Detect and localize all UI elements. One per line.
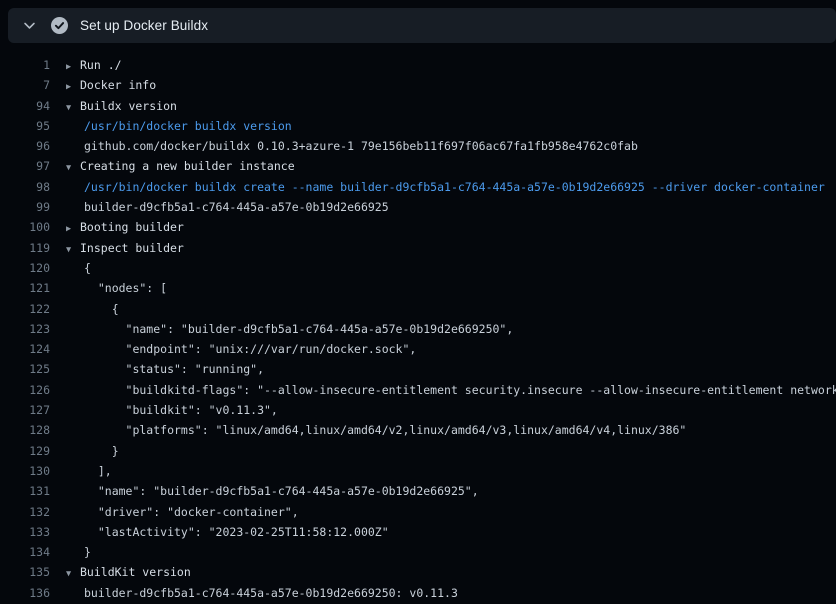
line-number[interactable]: 134 [0,542,50,562]
command-text: /usr/bin/docker buildx version [84,116,292,136]
line-number[interactable]: 100 [0,217,50,237]
output-text: builder-d9cfb5a1-c764-445a-a57e-0b19d2e6… [84,583,458,603]
log-lines: 1▶Run ./7▶Docker info94▼Buildx version95… [0,55,836,604]
line-number[interactable]: 135 [0,562,50,582]
log-line: 96 github.com/docker/buildx 0.10.3+azure-… [0,136,836,156]
log-line: 136 builder-d9cfb5a1-c764-445a-a57e-0b19d… [0,583,836,603]
log-line: 129 } [0,441,836,461]
line-number[interactable]: 124 [0,339,50,359]
line-number[interactable]: 131 [0,481,50,501]
line-number[interactable]: 1 [0,55,50,75]
check-circle-icon [44,17,74,34]
log-line: 134} [0,542,836,562]
output-text: "name": "builder-d9cfb5a1-c764-445a-a57e… [84,319,513,339]
output-text: ], [84,461,112,481]
output-text: { [84,258,91,278]
line-number[interactable]: 119 [0,238,50,258]
group-title: Booting builder [80,217,184,237]
group-title: Run ./ [80,55,122,75]
log-line: 122 { [0,299,836,319]
output-text: "buildkit": "v0.11.3", [84,400,278,420]
log-line: 98/usr/bin/docker buildx create --name b… [0,177,836,197]
log-line[interactable]: 135 ▼BuildKit version [0,562,836,582]
log-line: 127 "buildkit": "v0.11.3", [0,400,836,420]
line-number[interactable]: 94 [0,96,50,116]
output-text: "endpoint": "unix:///var/run/docker.sock… [84,339,416,359]
output-text: "platforms": "linux/amd64,linux/amd64/v2… [84,420,686,440]
log-line[interactable]: 94 ▼Buildx version [0,96,836,116]
chevron-down-icon[interactable] [14,19,44,32]
triangle-right-icon[interactable]: ▶ [66,57,80,77]
group-title: Inspect builder [80,238,184,258]
log-line: 125 "status": "running", [0,359,836,379]
triangle-down-icon[interactable]: ▼ [66,98,80,118]
log-line: 131 "name": "builder-d9cfb5a1-c764-445a-… [0,481,836,501]
log-line[interactable]: 97 ▼Creating a new builder instance [0,156,836,176]
line-number[interactable]: 132 [0,502,50,522]
line-number[interactable]: 129 [0,441,50,461]
output-text: } [84,542,91,562]
triangle-right-icon[interactable]: ▶ [66,77,80,97]
group-title: Docker info [80,75,156,95]
log-line: 123 "name": "builder-d9cfb5a1-c764-445a-… [0,319,836,339]
log-line: 95/usr/bin/docker buildx version [0,116,836,136]
line-number[interactable]: 121 [0,278,50,298]
log-line[interactable]: 7 ▶Docker info [0,75,836,95]
log-line: 126 "buildkitd-flags": "--allow-insecure… [0,380,836,400]
line-number[interactable]: 123 [0,319,50,339]
output-text: "lastActivity": "2023-02-25T11:58:12.000… [84,522,389,542]
triangle-down-icon[interactable]: ▼ [66,240,80,260]
output-text: } [84,441,119,461]
log-line: 132 "driver": "docker-container", [0,502,836,522]
log-line: 130 ], [0,461,836,481]
log-line: 99 builder-d9cfb5a1-c764-445a-a57e-0b19d2… [0,197,836,217]
triangle-down-icon[interactable]: ▼ [66,158,80,178]
log-line: 121 "nodes": [ [0,278,836,298]
line-number[interactable]: 122 [0,299,50,319]
line-number[interactable]: 127 [0,400,50,420]
output-text: builder-d9cfb5a1-c764-445a-a57e-0b19d2e6… [84,197,389,217]
step-header[interactable]: Set up Docker Buildx [8,8,836,43]
triangle-down-icon[interactable]: ▼ [66,564,80,584]
output-text: "nodes": [ [84,278,167,298]
group-title: BuildKit version [80,562,191,582]
line-number[interactable]: 98 [0,177,50,197]
line-number[interactable]: 128 [0,420,50,440]
log-line: 128 "platforms": "linux/amd64,linux/amd6… [0,420,836,440]
line-number[interactable]: 99 [0,197,50,217]
log-line[interactable]: 1 ▶Run ./ [0,55,836,75]
line-number[interactable]: 97 [0,156,50,176]
line-number[interactable]: 125 [0,359,50,379]
line-number[interactable]: 136 [0,583,50,603]
step-title: Set up Docker Buildx [80,18,208,33]
group-title: Creating a new builder instance [80,156,295,176]
line-number[interactable]: 133 [0,522,50,542]
triangle-right-icon[interactable]: ▶ [66,219,80,239]
command-text: /usr/bin/docker buildx create --name bui… [84,177,825,197]
log-line: 124 "endpoint": "unix:///var/run/docker.… [0,339,836,359]
log-line[interactable]: 100 ▶Booting builder [0,217,836,237]
output-text: "buildkitd-flags": "--allow-insecure-ent… [84,380,836,400]
line-number[interactable]: 95 [0,116,50,136]
output-text: github.com/docker/buildx 0.10.3+azure-1 … [84,136,638,156]
output-text: "driver": "docker-container", [84,502,299,522]
line-number[interactable]: 7 [0,75,50,95]
log-line: 133 "lastActivity": "2023-02-25T11:58:12… [0,522,836,542]
group-title: Buildx version [80,96,177,116]
output-text: { [84,299,119,319]
output-text: "name": "builder-d9cfb5a1-c764-445a-a57e… [84,481,479,501]
line-number[interactable]: 120 [0,258,50,278]
line-number[interactable]: 126 [0,380,50,400]
log-line: 120 { [0,258,836,278]
output-text: "status": "running", [84,359,264,379]
line-number[interactable]: 96 [0,136,50,156]
line-number[interactable]: 130 [0,461,50,481]
log-line[interactable]: 119 ▼Inspect builder [0,238,836,258]
